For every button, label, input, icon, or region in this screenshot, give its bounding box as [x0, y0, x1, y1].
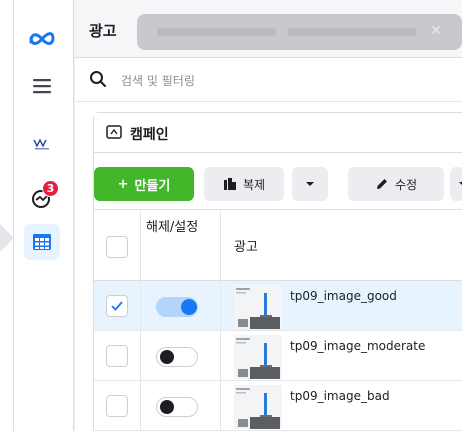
column-header-on-off[interactable]: 해제/설정: [146, 220, 216, 236]
row-checkbox[interactable]: [106, 395, 128, 417]
meta-logo-icon: [29, 32, 55, 45]
ad-thumbnail: [234, 335, 282, 379]
left-edge-panel: [0, 0, 14, 431]
search-icon: [90, 71, 106, 87]
create-button-label: 만들기: [134, 178, 171, 194]
row-checkbox[interactable]: [106, 345, 128, 367]
account-brand-button[interactable]: [24, 126, 60, 162]
chevron-down-icon: [306, 182, 314, 186]
toolbar: + 만들기 복제 수정: [94, 161, 462, 205]
menu-icon: [33, 79, 51, 94]
close-icon[interactable]: ✕: [430, 23, 442, 39]
ad-thumbnail: [234, 385, 282, 429]
brand-logo-icon: [33, 138, 49, 150]
panel-collapse-notch[interactable]: [0, 222, 14, 254]
account-id-redacted: [287, 28, 417, 36]
ad-name[interactable]: tp09_image_moderate: [290, 339, 425, 353]
check-icon: [111, 301, 123, 311]
plus-icon: +: [117, 176, 129, 192]
main-content: 광고 ✕ 검색 및 필터링 캠페인 + 만들기 복제 수정 해제/설정 광고 t…: [75, 0, 462, 431]
edit-button-label: 수정: [394, 177, 418, 192]
column-divider: [140, 209, 141, 431]
table-row[interactable]: tp09_image_moderate: [94, 331, 462, 381]
campaign-tab-label: 캠페인: [130, 127, 169, 143]
notification-badge: 3: [42, 180, 59, 197]
pencil-icon: [376, 179, 387, 189]
chevron-down-icon: [459, 182, 462, 185]
meta-logo-button[interactable]: [24, 20, 60, 56]
ads-manager-button[interactable]: [24, 224, 60, 260]
ad-name[interactable]: tp09_image_bad: [290, 389, 390, 403]
ad-name[interactable]: tp09_image_good: [290, 289, 397, 303]
edit-dropdown-button[interactable]: [450, 167, 462, 201]
menu-button[interactable]: [24, 68, 60, 104]
duplicate-dropdown-button[interactable]: [292, 167, 328, 201]
column-divider: [220, 209, 221, 431]
toggle-knob: [160, 350, 174, 364]
folder-icon: [106, 125, 122, 139]
toggle-knob: [160, 400, 174, 414]
account-name-redacted: [157, 28, 277, 36]
row-checkbox[interactable]: [106, 295, 128, 317]
ad-thumbnail: [234, 285, 282, 329]
ad-status-toggle[interactable]: [156, 297, 198, 317]
duplicate-button[interactable]: 복제: [204, 167, 284, 201]
ads-table: 해제/설정 광고 tp09_image_good tp09_image_mode…: [94, 209, 462, 431]
duplicate-icon: [223, 178, 236, 190]
table-header: 해제/설정 광고: [94, 209, 462, 281]
column-header-ad[interactable]: 광고: [234, 236, 258, 255]
select-all-checkbox[interactable]: [106, 236, 128, 258]
table-row[interactable]: tp09_image_good: [94, 281, 462, 331]
create-button[interactable]: + 만들기: [94, 167, 194, 201]
campaign-panel: 캠페인 + 만들기 복제 수정 해제/설정 광고 tp09_image_good…: [93, 112, 462, 431]
campaign-tab[interactable]: 캠페인: [94, 113, 462, 153]
ad-status-toggle[interactable]: [156, 347, 198, 367]
search-input[interactable]: 검색 및 필터링: [121, 72, 195, 89]
duplicate-button-label: 복제: [242, 177, 266, 192]
table-row[interactable]: tp09_image_bad: [94, 381, 462, 431]
account-selector[interactable]: ✕: [137, 14, 462, 50]
ad-status-toggle[interactable]: [156, 397, 198, 417]
search-bar[interactable]: 검색 및 필터링: [75, 58, 462, 102]
side-navigation-rail: 3: [14, 0, 74, 431]
notifications-button[interactable]: 3: [24, 180, 60, 216]
toggle-knob: [181, 299, 197, 315]
page-title: 광고: [89, 22, 117, 40]
edit-button[interactable]: 수정: [348, 167, 444, 201]
top-bar: 광고 ✕: [75, 0, 462, 58]
table-grid-icon: [33, 234, 51, 250]
